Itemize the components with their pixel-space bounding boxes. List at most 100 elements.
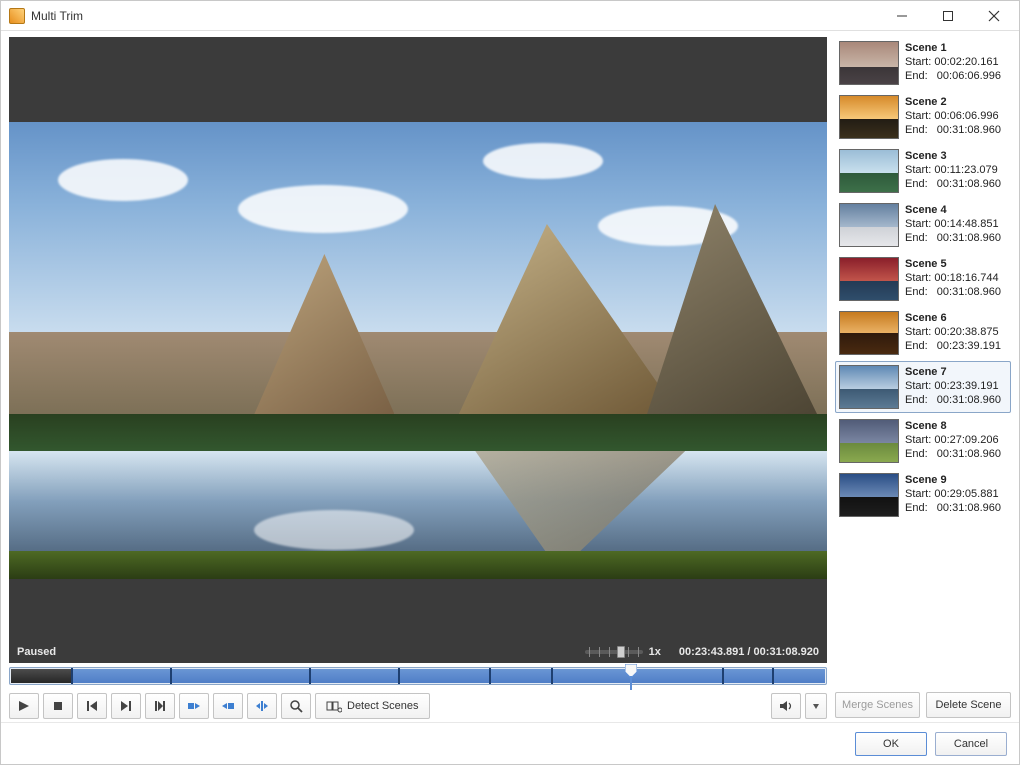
- scene-end: End: 00:31:08.960: [905, 231, 1001, 245]
- scene-info: Scene 6Start: 00:20:38.875End: 00:23:39.…: [905, 311, 1001, 355]
- timeline-scene-marker[interactable]: [551, 668, 553, 684]
- zoom-button[interactable]: [281, 693, 311, 719]
- scene-end: End: 00:31:08.960: [905, 123, 1001, 137]
- detect-scenes-button[interactable]: Detect Scenes: [315, 693, 430, 719]
- scene-item[interactable]: Scene 4Start: 00:14:48.851End: 00:31:08.…: [835, 199, 1011, 251]
- scene-info: Scene 7Start: 00:23:39.191End: 00:31:08.…: [905, 365, 1001, 409]
- scene-info: Scene 1Start: 00:02:20.161End: 00:06:06.…: [905, 41, 1001, 85]
- timeline-pre-segment: [11, 669, 72, 683]
- scene-item[interactable]: Scene 9Start: 00:29:05.881End: 00:31:08.…: [835, 469, 1011, 521]
- scene-item[interactable]: Scene 2Start: 00:06:06.996End: 00:31:08.…: [835, 91, 1011, 143]
- scene-item[interactable]: Scene 8Start: 00:27:09.206End: 00:31:08.…: [835, 415, 1011, 467]
- scene-start: Start: 00:14:48.851: [905, 217, 1001, 231]
- scene-thumbnail: [839, 95, 899, 139]
- scene-end: End: 00:06:06.996: [905, 69, 1001, 83]
- merge-scenes-button[interactable]: Merge Scenes: [835, 692, 920, 718]
- scene-name: Scene 3: [905, 149, 1001, 163]
- scene-info: Scene 3Start: 00:11:23.079End: 00:31:08.…: [905, 149, 1001, 193]
- scene-end: End: 00:31:08.960: [905, 177, 1001, 191]
- scene-item[interactable]: Scene 7Start: 00:23:39.191End: 00:31:08.…: [835, 361, 1011, 413]
- timeline-scene-marker[interactable]: [489, 668, 491, 684]
- cancel-button[interactable]: Cancel: [935, 732, 1007, 756]
- timeline-scene-marker[interactable]: [71, 668, 73, 684]
- playback-status-bar: Paused 1x 00:23:43.891 / 00:31:08.920: [9, 641, 827, 663]
- app-window: Multi Trim: [0, 0, 1020, 765]
- playback-state: Paused: [17, 646, 56, 658]
- scene-item[interactable]: Scene 6Start: 00:20:38.875End: 00:23:39.…: [835, 307, 1011, 359]
- scene-list[interactable]: Scene 1Start: 00:02:20.161End: 00:06:06.…: [835, 37, 1011, 688]
- scene-thumbnail: [839, 257, 899, 301]
- volume-expand-button[interactable]: [805, 693, 827, 719]
- scene-start: Start: 00:06:06.996: [905, 109, 1001, 123]
- window-title: Multi Trim: [31, 9, 879, 23]
- ok-button[interactable]: OK: [855, 732, 927, 756]
- scene-name: Scene 1: [905, 41, 1001, 55]
- titlebar: Multi Trim: [1, 1, 1019, 31]
- scene-name: Scene 4: [905, 203, 1001, 217]
- timeline[interactable]: [9, 667, 827, 685]
- scene-item[interactable]: Scene 1Start: 00:02:20.161End: 00:06:06.…: [835, 37, 1011, 89]
- video-preview[interactable]: Paused 1x 00:23:43.891 / 00:31:08.920: [9, 37, 827, 663]
- scene-name: Scene 2: [905, 95, 1001, 109]
- scene-thumbnail: [839, 149, 899, 193]
- volume-button[interactable]: [771, 693, 801, 719]
- next-frame-button[interactable]: [111, 693, 141, 719]
- maximize-button[interactable]: [925, 1, 971, 31]
- delete-scene-button[interactable]: Delete Scene: [926, 692, 1011, 718]
- prev-frame-button[interactable]: [77, 693, 107, 719]
- scene-info: Scene 5Start: 00:18:16.744End: 00:31:08.…: [905, 257, 1001, 301]
- play-button[interactable]: [9, 693, 39, 719]
- repeat-button[interactable]: [145, 693, 175, 719]
- scene-end: End: 00:31:08.960: [905, 501, 1001, 515]
- scene-name: Scene 8: [905, 419, 1001, 433]
- scene-name: Scene 7: [905, 365, 1001, 379]
- scene-info: Scene 9Start: 00:29:05.881End: 00:31:08.…: [905, 473, 1001, 517]
- scene-start: Start: 00:29:05.881: [905, 487, 1001, 501]
- timeline-scene-marker[interactable]: [309, 668, 311, 684]
- playback-toolbar: Detect Scenes: [9, 691, 827, 721]
- detect-scenes-label: Detect Scenes: [347, 700, 419, 712]
- scene-end: End: 00:23:39.191: [905, 339, 1001, 353]
- scene-start: Start: 00:27:09.206: [905, 433, 1001, 447]
- close-button[interactable]: [971, 1, 1017, 31]
- app-icon: [9, 8, 25, 24]
- mark-in-button[interactable]: [179, 693, 209, 719]
- time-display: 00:23:43.891 / 00:31:08.920: [679, 646, 819, 658]
- scene-thumbnail: [839, 473, 899, 517]
- scene-start: Start: 00:20:38.875: [905, 325, 1001, 339]
- timeline-scene-marker[interactable]: [722, 668, 724, 684]
- split-button[interactable]: [247, 693, 277, 719]
- scene-item[interactable]: Scene 3Start: 00:11:23.079End: 00:31:08.…: [835, 145, 1011, 197]
- scene-start: Start: 00:11:23.079: [905, 163, 1001, 177]
- scene-name: Scene 9: [905, 473, 1001, 487]
- scene-item[interactable]: Scene 5Start: 00:18:16.744End: 00:31:08.…: [835, 253, 1011, 305]
- scene-end: End: 00:31:08.960: [905, 285, 1001, 299]
- scene-thumbnail: [839, 365, 899, 409]
- stop-button[interactable]: [43, 693, 73, 719]
- mark-out-button[interactable]: [213, 693, 243, 719]
- dialog-footer: OK Cancel: [1, 722, 1019, 764]
- timeline-scene-marker[interactable]: [170, 668, 172, 684]
- scene-thumbnail: [839, 311, 899, 355]
- scene-end: End: 00:31:08.960: [905, 447, 1001, 461]
- scene-panel: Scene 1Start: 00:02:20.161End: 00:06:06.…: [831, 31, 1019, 722]
- scene-start: Start: 00:02:20.161: [905, 55, 1001, 69]
- viewer-column: Paused 1x 00:23:43.891 / 00:31:08.920: [1, 31, 831, 722]
- scene-end: End: 00:31:08.960: [905, 393, 1001, 407]
- timeline-scene-marker[interactable]: [398, 668, 400, 684]
- speed-label: 1x: [649, 646, 661, 658]
- scene-thumbnail: [839, 419, 899, 463]
- scene-thumbnail: [839, 41, 899, 85]
- timeline-scene-marker[interactable]: [772, 668, 774, 684]
- minimize-button[interactable]: [879, 1, 925, 31]
- scene-name: Scene 5: [905, 257, 1001, 271]
- scene-info: Scene 4Start: 00:14:48.851End: 00:31:08.…: [905, 203, 1001, 247]
- scene-start: Start: 00:23:39.191: [905, 379, 1001, 393]
- scene-info: Scene 8Start: 00:27:09.206End: 00:31:08.…: [905, 419, 1001, 463]
- timeline-playhead[interactable]: [625, 664, 637, 690]
- scene-name: Scene 6: [905, 311, 1001, 325]
- scene-info: Scene 2Start: 00:06:06.996End: 00:31:08.…: [905, 95, 1001, 139]
- speed-slider[interactable]: [585, 650, 643, 654]
- scene-start: Start: 00:18:16.744: [905, 271, 1001, 285]
- scene-thumbnail: [839, 203, 899, 247]
